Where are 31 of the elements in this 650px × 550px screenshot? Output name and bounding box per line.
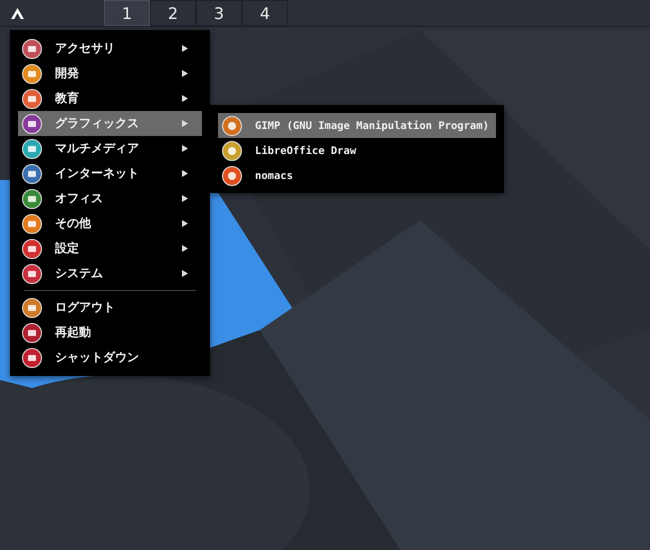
menu-item[interactable]: nomacs — [218, 163, 496, 188]
logo-icon[interactable] — [11, 8, 24, 18]
submenu-arrow-icon — [182, 195, 188, 202]
menu-item[interactable]: インターネット — [18, 161, 202, 186]
submenu-arrow-icon — [182, 170, 188, 177]
menu-item[interactable]: システム — [18, 261, 202, 286]
submenu-arrow-icon — [182, 220, 188, 227]
menu-item[interactable]: グラフィックス — [18, 111, 202, 136]
submenu-arrow-icon — [182, 270, 188, 277]
menu-item[interactable]: 開発 — [18, 61, 202, 86]
workspace-button[interactable]: 4 — [242, 0, 288, 26]
menu-item[interactable]: GIMP (GNU Image Manipulation Program) — [218, 113, 496, 138]
submenu-arrow-icon — [182, 95, 188, 102]
submenu-arrow-icon — [182, 145, 188, 152]
menu-item[interactable]: 教育 — [18, 86, 202, 111]
menu-item[interactable]: マルチメディア — [18, 136, 202, 161]
submenu-arrow-icon — [182, 245, 188, 252]
menu-item[interactable]: その他 — [18, 211, 202, 236]
menu-item[interactable]: 設定 — [18, 236, 202, 261]
workspace-button[interactable]: 1 — [104, 0, 150, 26]
menu-item[interactable]: オフィス — [18, 186, 202, 211]
workspace-button[interactable]: 3 — [196, 0, 242, 26]
submenu-arrow-icon — [182, 120, 188, 127]
submenu-arrow-icon — [182, 70, 188, 77]
menu-item[interactable]: アクセサリ — [18, 36, 202, 61]
menu-item[interactable]: 再起動 — [18, 320, 202, 345]
menu-item[interactable]: LibreOffice Draw — [218, 138, 496, 163]
submenu-arrow-icon — [182, 45, 188, 52]
workspace-button[interactable]: 2 — [150, 0, 196, 26]
menu-item[interactable]: ログアウト — [18, 295, 202, 320]
menu-item[interactable]: シャットダウン — [18, 345, 202, 370]
